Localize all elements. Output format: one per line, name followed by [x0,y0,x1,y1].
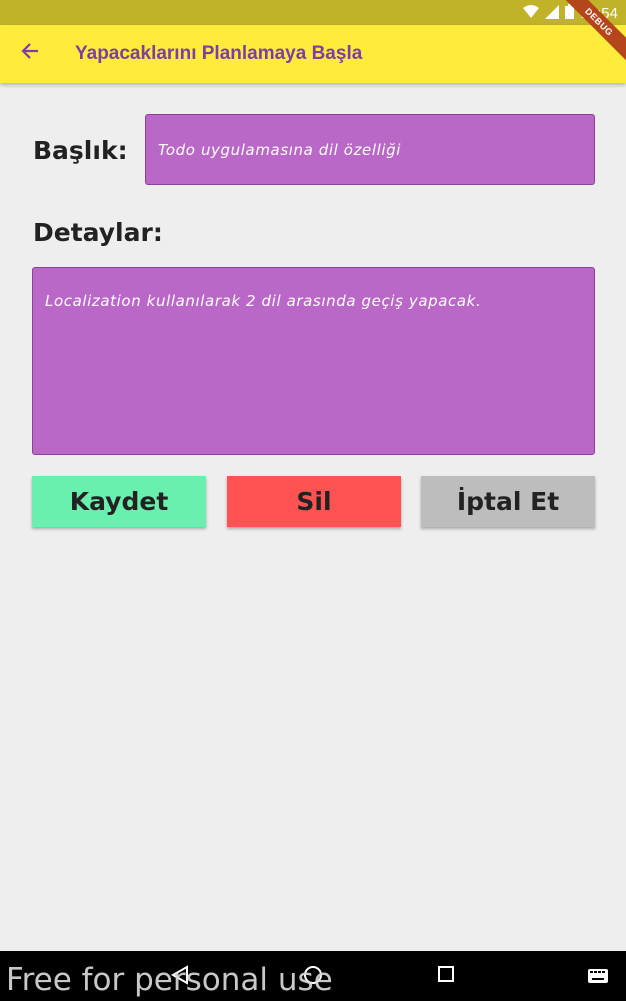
page-title: Yapacaklarını Planlamaya Başla [75,43,363,64]
title-label: Başlık: [33,136,128,165]
arrow-back-icon [20,40,40,68]
delete-button[interactable]: Sil [227,476,401,527]
watermark-text: Free for personal use [6,962,333,998]
cancel-button[interactable]: İptal Et [421,476,595,527]
details-field[interactable]: Localization kullanılarak 2 dil arasında… [32,267,595,455]
status-bar: 12:54 [0,0,626,25]
app-bar: Yapacaklarını Planlamaya Başla [0,25,626,83]
recents-square-icon[interactable] [437,965,455,989]
signal-icon [545,4,560,22]
save-button[interactable]: Kaydet [32,476,206,527]
wifi-icon [523,4,540,22]
title-field[interactable]: Todo uygulamasına dil özelliği [145,114,595,185]
keyboard-icon[interactable] [588,967,608,988]
details-label: Detaylar: [33,218,163,247]
back-button[interactable] [0,25,60,83]
